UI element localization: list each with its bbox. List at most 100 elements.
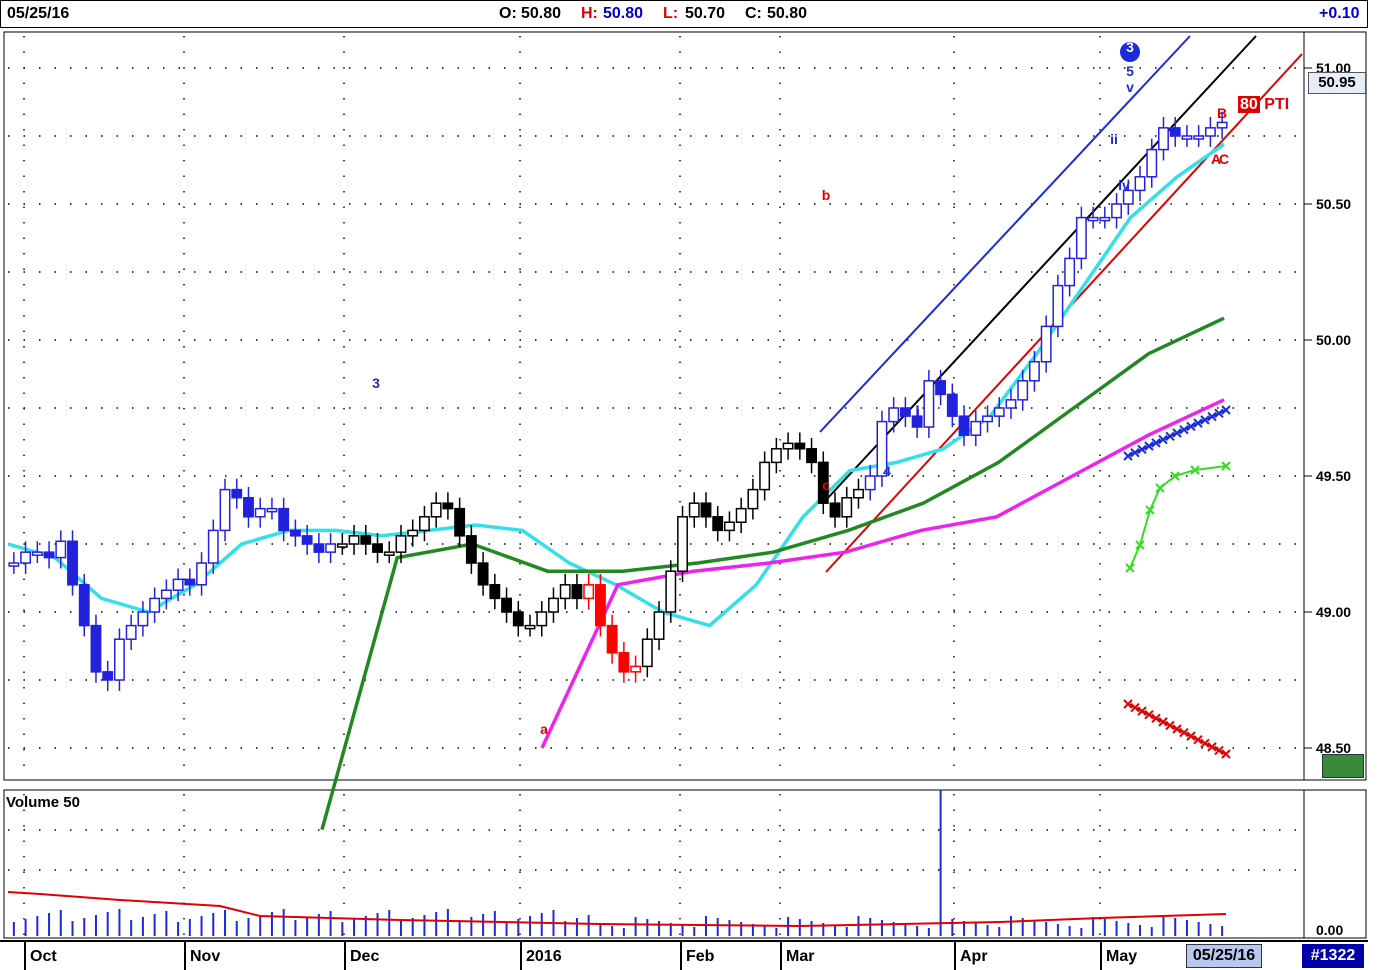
price-bar-body xyxy=(196,562,208,586)
month-tick xyxy=(520,942,522,970)
pti-value: 80 xyxy=(1238,96,1260,113)
price-bar-body xyxy=(278,507,290,532)
close-value: 50.80 xyxy=(767,5,808,22)
price-bar-body xyxy=(923,380,935,428)
price-bar-body xyxy=(536,611,548,627)
price-bar-body xyxy=(313,543,325,553)
time-axis: Oct Nov Dec 2016 Feb Mar Apr May xyxy=(0,940,1368,970)
price-bar-body xyxy=(1040,325,1052,363)
pti-label: PTI xyxy=(1264,96,1290,113)
price-bar-body xyxy=(442,502,454,510)
price-bar-body xyxy=(688,502,700,518)
price-bar-body xyxy=(1146,148,1158,178)
price-bar-body xyxy=(336,543,348,548)
wave-label: 3 xyxy=(1126,39,1134,55)
price-bar-body xyxy=(325,543,337,553)
wave-label: v xyxy=(1126,79,1134,95)
current-date-box[interactable]: 05/25/16 xyxy=(1186,944,1262,968)
low-label: L: xyxy=(663,5,679,22)
wave-label: 5 xyxy=(1126,63,1134,79)
price-bar-body xyxy=(571,584,583,600)
month-label-may: May xyxy=(1106,948,1138,965)
price-bar-body xyxy=(512,611,524,627)
price-bar-body xyxy=(407,529,419,537)
price-bar-body xyxy=(618,652,630,673)
y-tick-label: 50.50 xyxy=(1316,196,1351,212)
price-bar-body xyxy=(243,497,254,518)
chart-thumbnail-icon[interactable] xyxy=(1322,754,1364,778)
last-price-box: 50.95 xyxy=(1308,72,1366,94)
price-bar-body xyxy=(1087,216,1099,222)
price-bar-body xyxy=(254,507,266,518)
price-bar-body xyxy=(1005,399,1017,409)
price-bar-body xyxy=(1204,127,1216,137)
price-bar-body xyxy=(149,597,161,613)
price-bar-body xyxy=(782,442,794,450)
price-bar-body xyxy=(289,529,301,537)
quote-header: 05/25/16 O: 50.80 H: 50.80 L: 50.70 C: 5… xyxy=(0,0,1368,28)
stock-chart[interactable]: 51.0050.5050.0049.5049.0048.50 3abc35vii… xyxy=(0,0,1400,970)
month-label-oct: Oct xyxy=(30,948,57,965)
price-bar-body xyxy=(759,461,771,491)
month-tick xyxy=(680,942,682,970)
high-value: 50.80 xyxy=(603,5,644,22)
price-bar-body xyxy=(935,380,947,396)
price-bar-body xyxy=(20,551,32,564)
price-bar-body xyxy=(219,488,231,532)
price-bar-body xyxy=(524,624,536,630)
price-bar-body xyxy=(1099,216,1111,222)
price-bar-body xyxy=(1158,127,1169,151)
price-bar-body xyxy=(172,578,184,591)
price-bar-body xyxy=(8,562,20,567)
wave-label: B xyxy=(1217,105,1227,121)
month-tick xyxy=(184,942,186,970)
price-bar-body xyxy=(454,507,466,537)
month-tick xyxy=(344,942,346,970)
price-bar-body xyxy=(677,516,688,572)
chart-background xyxy=(0,0,1400,970)
month-label-mar: Mar xyxy=(786,948,815,965)
y-tick-label: 50.00 xyxy=(1316,332,1351,348)
price-bar-body xyxy=(78,584,90,627)
price-bar-body xyxy=(383,551,395,556)
price-bar-body xyxy=(770,448,782,464)
price-bar-body xyxy=(372,543,383,553)
open-value: 50.80 xyxy=(521,5,562,22)
price-bar-body xyxy=(583,584,595,600)
wave-label: 3 xyxy=(372,375,380,391)
wave-label: c xyxy=(822,477,830,493)
price-bar-body xyxy=(1134,176,1146,192)
price-bar-body xyxy=(395,535,407,553)
y-tick-label: 49.50 xyxy=(1316,468,1351,484)
price-bar-body xyxy=(90,624,102,673)
price-bar-body xyxy=(888,407,900,423)
wave-label: ii xyxy=(1110,131,1118,147)
price-bar-body xyxy=(829,502,841,518)
pti-indicator: 80 PTI xyxy=(1238,96,1289,114)
price-bar-body xyxy=(1216,121,1228,129)
price-bar-body xyxy=(641,638,653,668)
price-bar-body xyxy=(102,671,114,681)
month-tick xyxy=(1100,942,1102,970)
wave-label: a xyxy=(540,721,548,737)
wave-label: iv xyxy=(1118,177,1130,193)
wave-label: ii xyxy=(958,423,966,439)
price-bar-body xyxy=(1017,380,1029,401)
price-bar-body xyxy=(1029,361,1040,382)
header-date: 05/25/16 xyxy=(7,5,70,22)
price-bar-body xyxy=(747,488,759,510)
month-tick xyxy=(24,942,26,970)
price-bar-body xyxy=(55,540,67,559)
y-tick-label: 49.00 xyxy=(1316,604,1351,620)
price-bar-body xyxy=(184,578,196,586)
price-bar-body xyxy=(548,597,559,613)
price-bar-body xyxy=(1111,203,1122,219)
price-bar-body xyxy=(1193,135,1205,140)
price-bar-body xyxy=(301,535,313,545)
volume-axis-label: 0.00 xyxy=(1316,922,1344,938)
price-bar-body xyxy=(1064,257,1076,287)
open-label: O: xyxy=(499,5,517,22)
wave-label: b xyxy=(822,187,831,203)
price-bar-body xyxy=(735,507,747,523)
price-bar-body xyxy=(630,665,642,673)
